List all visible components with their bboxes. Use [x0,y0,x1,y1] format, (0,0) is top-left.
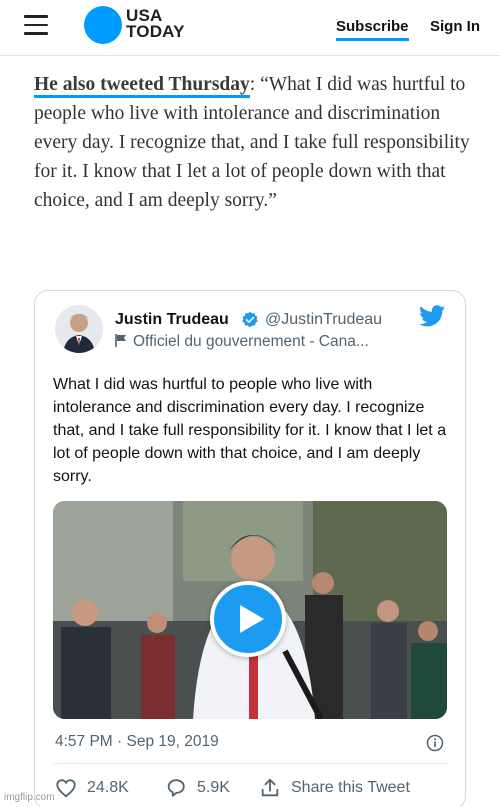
sign-in-button[interactable]: Sign In [430,18,480,35]
site-header: USA TODAY Subscribe Sign In [0,0,500,56]
avatar[interactable] [55,305,103,353]
usa-today-logo-icon[interactable] [84,6,122,44]
tweet-video-thumbnail[interactable] [53,501,447,719]
logo-line-2: TODAY [126,22,185,41]
divider [53,763,447,764]
info-icon[interactable] [426,734,444,752]
share-label: Share this Tweet [291,779,410,796]
tweet-author-handle[interactable]: @JustinTrudeau [265,311,382,329]
usa-today-logo-text[interactable]: USA TODAY [126,7,185,41]
verified-badge-icon [242,311,258,328]
share-tweet-button[interactable]: Share this Tweet [259,777,410,799]
play-icon [240,605,264,633]
like-button[interactable]: 24.8K [55,777,129,799]
share-icon [261,778,279,797]
government-account-label: Officiel du gouvernement - Cana... [115,333,369,351]
subscribe-button[interactable]: Subscribe [336,18,409,41]
tweet-timestamp[interactable]: 4:57 PM · Sep 19, 2019 [55,733,219,751]
heart-icon [56,779,76,798]
tweet-author-name[interactable]: Justin Trudeau [115,311,229,329]
imgflip-watermark: imgflip.com [4,792,55,803]
government-flag-icon [115,334,126,347]
hamburger-menu-icon[interactable] [24,15,48,35]
article-paragraph: He also tweeted Thursday: “What I did wa… [34,70,474,215]
tweet-text: What I did was hurtful to people who liv… [53,376,447,485]
embedded-tweet-card[interactable]: Justin Trudeau @JustinTrudeau Officiel d… [34,290,466,807]
account-label-text: Officiel du gouvernement - Cana... [133,333,369,350]
reply-icon [167,779,185,797]
play-video-button[interactable] [210,581,286,657]
reply-button[interactable]: 5.9K [165,777,230,799]
tweeted-link[interactable]: He also tweeted Thursday [34,74,250,98]
reply-count: 5.9K [197,779,230,796]
like-count: 24.8K [87,779,129,796]
twitter-bird-icon[interactable] [419,305,445,327]
